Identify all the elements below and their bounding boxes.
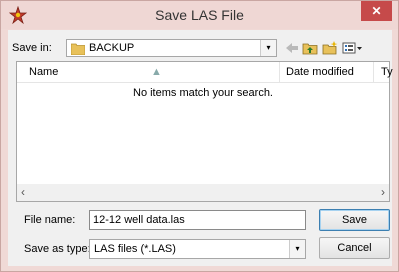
scroll-right-icon[interactable]: ›	[381, 185, 385, 199]
file-list-view[interactable]: Name ▲ Date modified Ty No items match y…	[16, 61, 393, 202]
close-button[interactable]: ✕	[361, 1, 392, 21]
save-in-label: Save in:	[12, 42, 52, 54]
column-divider[interactable]	[373, 62, 374, 82]
column-header-date-modified[interactable]: Date modified	[286, 66, 354, 78]
save-as-type-label: Save as type:	[24, 243, 91, 255]
title-bar[interactable]: Save LAS File ✕	[1, 1, 398, 29]
list-header: Name ▲ Date modified Ty	[17, 62, 393, 83]
horizontal-scrollbar[interactable]: ‹ ›	[17, 184, 389, 201]
file-name-input[interactable]: 12-12 well data.las	[89, 210, 306, 230]
up-folder-icon[interactable]	[302, 41, 318, 55]
file-name-label: File name:	[24, 214, 76, 226]
cancel-button[interactable]: Cancel	[319, 237, 390, 259]
window-title: Save LAS File	[155, 7, 244, 23]
column-divider[interactable]	[279, 62, 280, 82]
save-as-type-dropdown[interactable]: LAS files (*.LAS) ▾	[89, 239, 306, 259]
sort-up-icon: ▲	[151, 66, 162, 78]
folder-icon	[70, 42, 86, 58]
save-as-type-value: LAS files (*.LAS)	[94, 243, 176, 255]
file-name-value: 12-12 well data.las	[93, 214, 185, 226]
dialog-body: Save in: BACKUP ▾ Name ▲ Date modified T…	[8, 30, 393, 266]
save-file-dialog: Save LAS File ✕ Save in: BACKUP ▾ Name ▲…	[0, 0, 399, 272]
empty-list-message: No items match your search.	[133, 87, 273, 99]
column-header-type[interactable]: Ty	[381, 66, 393, 78]
back-arrow-icon[interactable]	[284, 41, 300, 55]
scroll-left-icon[interactable]: ‹	[21, 185, 25, 199]
chevron-down-icon[interactable]: ▾	[289, 240, 305, 258]
view-menu-icon[interactable]	[342, 41, 364, 55]
current-folder-name: BACKUP	[89, 42, 135, 54]
new-folder-icon[interactable]	[322, 41, 338, 55]
save-button[interactable]: Save	[319, 209, 390, 231]
column-header-name[interactable]: Name	[29, 66, 58, 78]
chevron-down-icon[interactable]: ▾	[260, 40, 276, 56]
save-in-dropdown[interactable]: BACKUP ▾	[66, 39, 277, 57]
